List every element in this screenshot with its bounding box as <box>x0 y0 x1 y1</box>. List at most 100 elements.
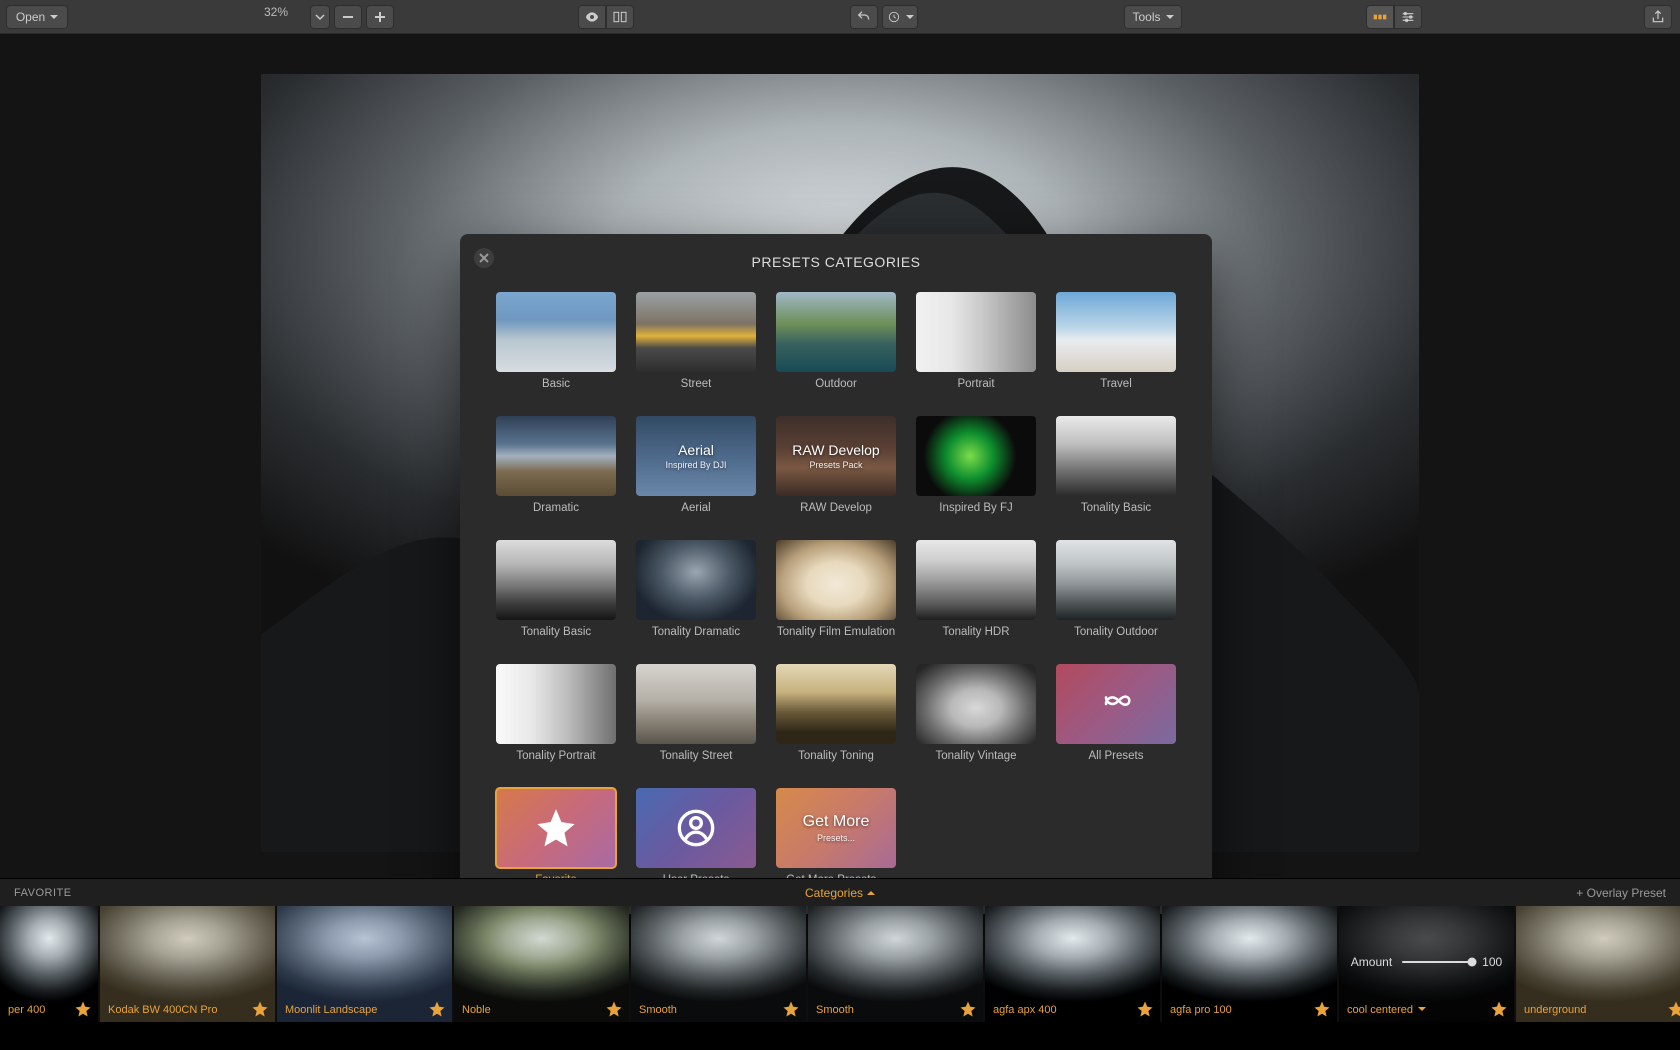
favorite-star-icon[interactable] <box>1667 1000 1680 1018</box>
category-thumb <box>1056 664 1176 744</box>
tools-label: Tools <box>1132 10 1160 24</box>
zoom-in-button[interactable] <box>366 5 394 29</box>
category-thumb <box>1056 540 1176 620</box>
zoom-out-button[interactable] <box>334 5 362 29</box>
favorite-star-icon[interactable] <box>959 1000 977 1018</box>
category-tonality-vintage[interactable]: Tonality Vintage <box>916 664 1036 762</box>
category-label: Tonality Outdoor <box>1056 626 1176 638</box>
presets-strip[interactable]: per 400 Kodak BW 400CN Pro Moonlit Lands… <box>0 906 1680 1022</box>
modal-close-button[interactable] <box>474 248 494 268</box>
favorite-star-icon[interactable] <box>428 1000 446 1018</box>
adjust-panel-toggle[interactable] <box>1394 5 1422 29</box>
category-street[interactable]: Street <box>636 292 756 390</box>
preset-item[interactable]: agfa apx 400 <box>985 906 1160 1022</box>
category-thumb <box>776 292 896 372</box>
category-tonality-basic-2[interactable]: Tonality Basic <box>496 540 616 638</box>
category-thumb: Get MorePresets... <box>776 788 896 868</box>
preset-label: underground <box>1524 1004 1586 1016</box>
category-favorite[interactable]: Favorite <box>496 788 616 886</box>
preset-item[interactable]: per 400 <box>0 906 98 1022</box>
category-thumb <box>916 664 1036 744</box>
category-label: Aerial <box>636 502 756 514</box>
history-menu[interactable] <box>882 5 918 29</box>
preset-item[interactable]: Noble <box>454 906 629 1022</box>
category-travel[interactable]: Travel <box>1056 292 1176 390</box>
favorite-star-icon[interactable] <box>1136 1000 1154 1018</box>
category-dramatic[interactable]: Dramatic <box>496 416 616 514</box>
category-label: Tonality Toning <box>776 750 896 762</box>
category-all-presets[interactable]: All Presets <box>1056 664 1176 762</box>
favorite-star-icon[interactable] <box>1490 1000 1508 1018</box>
preset-item[interactable]: Smooth <box>808 906 983 1022</box>
category-label: RAW Develop <box>776 502 896 514</box>
preview-toggle-button[interactable] <box>578 5 606 29</box>
category-label: Tonality Basic <box>1056 502 1176 514</box>
category-aerial[interactable]: AerialInspired By DJI Aerial <box>636 416 756 514</box>
category-get-more-presets[interactable]: Get MorePresets...Get More Presets... <box>776 788 896 886</box>
category-portrait[interactable]: Portrait <box>916 292 1036 390</box>
category-tonality-hdr[interactable]: Tonality HDR <box>916 540 1036 638</box>
favorite-star-icon[interactable] <box>782 1000 800 1018</box>
category-label: Tonality Street <box>636 750 756 762</box>
preset-item[interactable]: underground <box>1516 906 1680 1022</box>
overlay-preset-button[interactable]: + Overlay Preset <box>1576 886 1666 900</box>
thumb-sub: Inspired By DJI <box>665 460 726 470</box>
undo-button[interactable] <box>850 5 878 29</box>
category-tonality-street[interactable]: Tonality Street <box>636 664 756 762</box>
open-menu[interactable]: Open <box>6 5 68 29</box>
category-raw-develop[interactable]: RAW DevelopPresets PackRAW Develop <box>776 416 896 514</box>
undo-icon <box>856 9 872 25</box>
preset-item-selected[interactable]: Amount 100 cool centered <box>1339 906 1514 1022</box>
category-thumb <box>496 788 616 868</box>
category-label: Tonality HDR <box>916 626 1036 638</box>
category-tonality-dramatic[interactable]: Tonality Dramatic <box>636 540 756 638</box>
category-label: Travel <box>1056 378 1176 390</box>
zoom-level-display: 32% <box>256 5 306 29</box>
top-toolbar: Open 32% Tools <box>0 0 1680 34</box>
category-basic[interactable]: Basic <box>496 292 616 390</box>
category-user-presets[interactable]: User Presets <box>636 788 756 886</box>
category-tonality-film-emulation[interactable]: Tonality Film Emulation <box>776 540 896 638</box>
category-thumb <box>916 540 1036 620</box>
favorite-star-icon[interactable] <box>1313 1000 1331 1018</box>
categories-toggle[interactable]: Categories <box>805 886 875 900</box>
sliders-icon <box>1400 9 1416 25</box>
category-thumb <box>496 540 616 620</box>
favorite-star-icon[interactable] <box>74 1000 92 1018</box>
preset-label: Smooth <box>816 1004 854 1016</box>
presets-categories-modal: PRESETS CATEGORIES Basic Street Outdoor … <box>460 234 1212 914</box>
thumb-title: RAW Develop <box>792 442 879 458</box>
amount-slider[interactable] <box>1402 961 1472 963</box>
category-tonality-portrait[interactable]: Tonality Portrait <box>496 664 616 762</box>
favorite-star-icon[interactable] <box>605 1000 623 1018</box>
category-thumb <box>496 664 616 744</box>
presets-panel-toggle[interactable] <box>1366 5 1394 29</box>
categories-label: Categories <box>805 886 863 900</box>
thumb-overlay: RAW DevelopPresets Pack <box>776 416 896 496</box>
favorite-star-icon[interactable] <box>251 1000 269 1018</box>
category-tonality-basic[interactable]: Tonality Basic <box>1056 416 1176 514</box>
category-outdoor[interactable]: Outdoor <box>776 292 896 390</box>
strip-section-title: FAVORITE <box>14 887 72 899</box>
tools-menu[interactable]: Tools <box>1124 5 1182 29</box>
preset-item[interactable]: Smooth <box>631 906 806 1022</box>
preset-label: agfa pro 100 <box>1170 1004 1232 1016</box>
star-icon <box>496 788 616 868</box>
thumb-title: Get More <box>803 813 870 831</box>
category-label: Tonality Film Emulation <box>776 626 896 638</box>
preset-item[interactable]: agfa pro 100 <box>1162 906 1337 1022</box>
share-button[interactable] <box>1644 5 1672 29</box>
compare-toggle-button[interactable] <box>606 5 634 29</box>
category-tonality-outdoor[interactable]: Tonality Outdoor <box>1056 540 1176 638</box>
category-label: Dramatic <box>496 502 616 514</box>
category-thumb <box>636 540 756 620</box>
category-thumb <box>1056 292 1176 372</box>
zoom-dropdown[interactable] <box>310 5 330 29</box>
category-label: All Presets <box>1056 750 1176 762</box>
category-tonality-toning[interactable]: Tonality Toning <box>776 664 896 762</box>
preset-item[interactable]: Moonlit Landscape <box>277 906 452 1022</box>
category-inspired-by-fj[interactable]: Inspired By FJ <box>916 416 1036 514</box>
thumb-overlay: AerialInspired By DJI <box>636 416 756 496</box>
preset-item[interactable]: Kodak BW 400CN Pro <box>100 906 275 1022</box>
category-label: Outdoor <box>776 378 896 390</box>
